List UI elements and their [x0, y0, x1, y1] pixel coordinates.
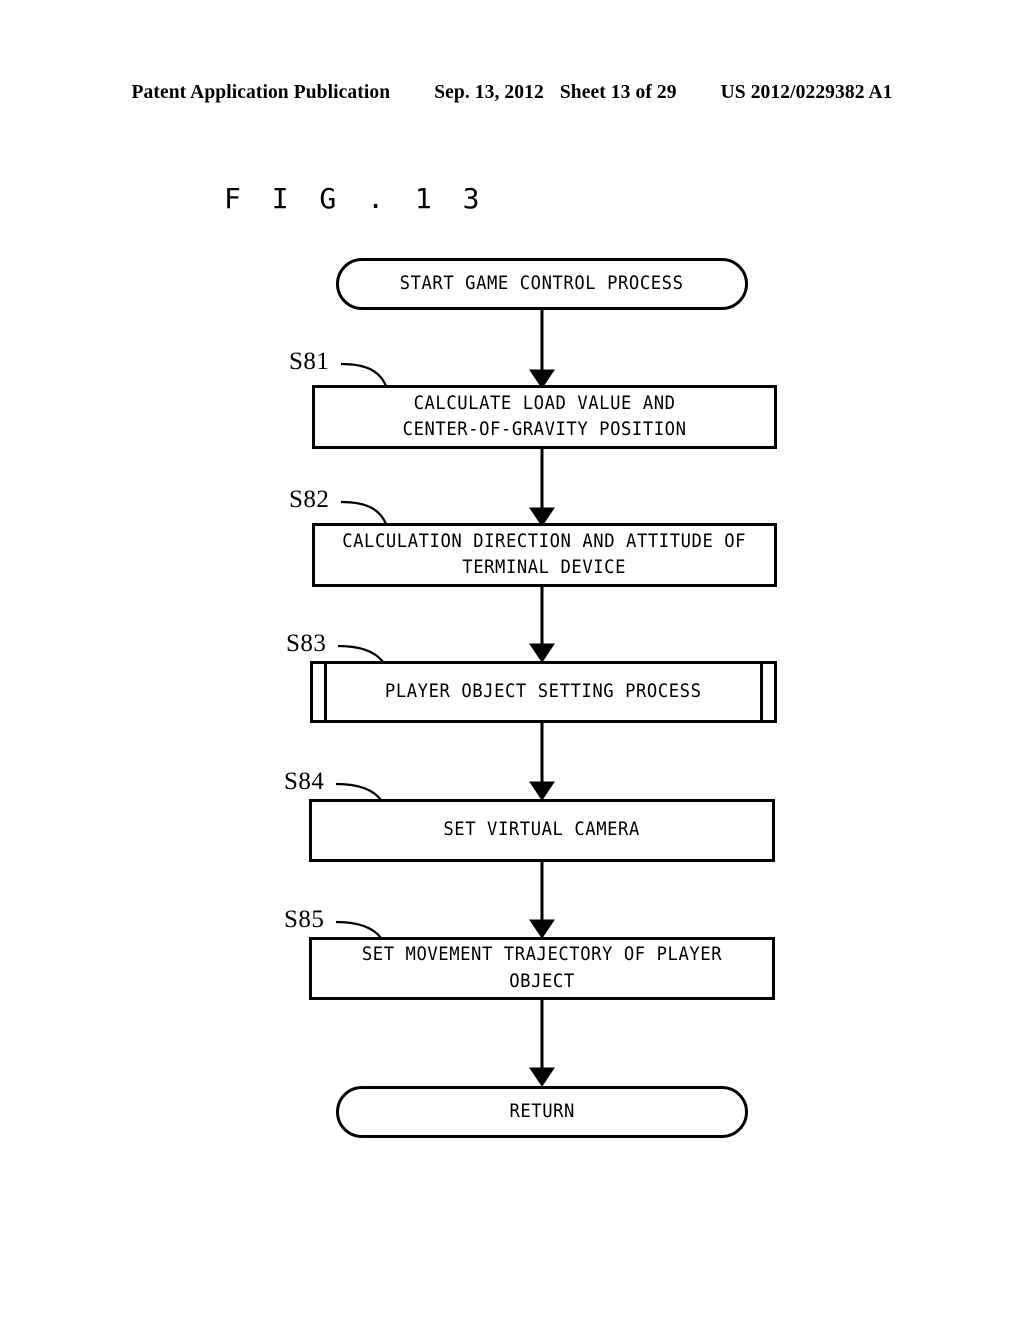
flow-node-start-label: START GAME CONTROL PROCESS — [400, 272, 684, 294]
flow-node-s85-label: SET MOVEMENT TRAJECTORY OF PLAYER OBJECT — [361, 944, 723, 992]
flow-node-s83-label: PLAYER OBJECT SETTING PROCESS — [385, 680, 702, 702]
flow-node-s83[interactable]: PLAYER OBJECT SETTING PROCESS — [310, 661, 777, 723]
step-ref-s85: S85 — [284, 906, 325, 933]
flow-node-s81-label: CALCULATE LOAD VALUE AND CENTER-OF-GRAVI… — [402, 392, 687, 440]
step-ref-s83: S83 — [286, 630, 327, 657]
flow-node-return-label: RETURN — [509, 1100, 575, 1122]
subroutine-right-bar — [760, 664, 763, 720]
flow-node-s84-label: SET VIRTUAL CAMERA — [443, 819, 641, 841]
step-ref-s84: S84 — [284, 768, 325, 795]
flow-node-s82[interactable]: CALCULATION DIRECTION AND ATTITUDE OF TE… — [312, 523, 777, 587]
step-ref-s81: S81 — [289, 348, 330, 375]
flow-node-s84[interactable]: SET VIRTUAL CAMERA — [309, 799, 775, 862]
flow-node-s85[interactable]: SET MOVEMENT TRAJECTORY OF PLAYER OBJECT — [309, 937, 775, 1000]
flowchart-diagram: START GAME CONTROL PROCESS S81 CALCULATE… — [0, 0, 1024, 1320]
flow-node-start[interactable]: START GAME CONTROL PROCESS — [336, 258, 748, 310]
flow-node-s81[interactable]: CALCULATE LOAD VALUE AND CENTER-OF-GRAVI… — [312, 385, 777, 449]
flow-node-s82-label: CALCULATION DIRECTION AND ATTITUDE OF TE… — [342, 530, 747, 578]
step-ref-s82: S82 — [289, 486, 330, 513]
subroutine-left-bar — [324, 664, 327, 720]
flow-node-return[interactable]: RETURN — [336, 1086, 748, 1138]
